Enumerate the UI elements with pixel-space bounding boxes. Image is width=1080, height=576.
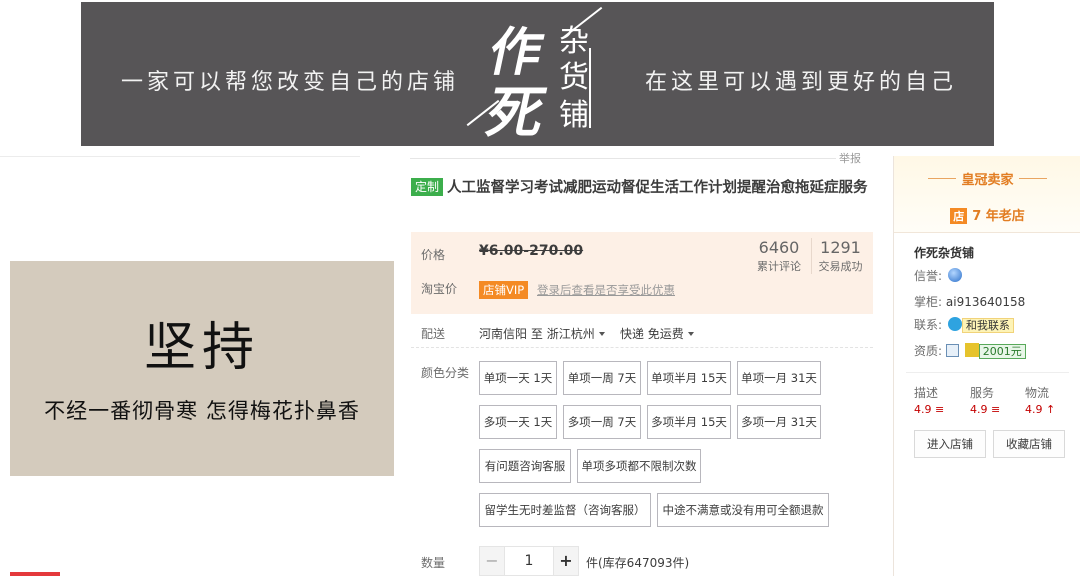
sku-option[interactable]: 留学生无时差监督（咨询客服） xyxy=(479,493,651,527)
shipping-info: 河南信阳 至 浙江杭州 快递 免运费 xyxy=(479,325,694,342)
vip-badge: 店铺VIP xyxy=(479,281,529,299)
custom-badge: 定制 xyxy=(411,178,444,196)
taobao-price-label: 淘宝价 xyxy=(421,282,458,296)
credit-label: 信誉: xyxy=(914,269,943,283)
crown-seller-title: 皇冠卖家 xyxy=(961,173,1014,188)
divider xyxy=(410,158,836,159)
rating-label: 物流 xyxy=(1025,386,1050,400)
id-card-icon[interactable] xyxy=(945,344,959,357)
divider xyxy=(0,156,360,157)
decrement-button[interactable]: − xyxy=(479,546,505,576)
sku-label: 颜色分类 xyxy=(421,366,470,380)
sku-option[interactable]: 多项一周 7天 xyxy=(563,405,641,439)
sales-stat[interactable]: 1291 交易成功 xyxy=(811,238,869,274)
owner-label: 掌柜: xyxy=(914,295,943,309)
shop-name-link[interactable]: 作死杂货铺 xyxy=(914,244,974,261)
deposit-icon[interactable] xyxy=(964,343,979,357)
shop-banner: 一家可以帮您改变自己的店铺 作 死 杂 货 铺 在这里可以遇到更好的自己 xyxy=(81,2,994,146)
contact-row: 联系: 和我联系 xyxy=(914,316,1014,333)
report-link[interactable]: 举报 xyxy=(839,150,861,166)
sku-option[interactable]: 单项半月 15天 xyxy=(647,361,731,395)
sku-option[interactable]: 有问题咨询客服 xyxy=(479,449,571,483)
ship-to-select[interactable]: 浙江杭州 xyxy=(547,327,605,341)
deposit-amount[interactable]: 2001元 xyxy=(978,344,1026,359)
price-panel: 价格 ¥6.00-270.00 淘宝价 店铺VIP 登录后查看是否享受此优惠 6… xyxy=(411,232,873,314)
rating-value: 4.9 ≡ xyxy=(970,403,1001,416)
quantity-input[interactable]: 1 xyxy=(505,546,553,576)
enter-shop-button[interactable]: 进入店铺 xyxy=(914,430,986,458)
store-icon: 店 xyxy=(950,208,968,224)
tab-indicator xyxy=(10,572,60,576)
ship-from: 河南信阳 xyxy=(479,327,528,341)
divider xyxy=(894,232,1080,233)
reviews-stat[interactable]: 6460 累计评论 xyxy=(751,238,807,274)
contact-me-button[interactable]: 和我联系 xyxy=(961,318,1014,333)
favorite-shop-button[interactable]: 收藏店铺 xyxy=(993,430,1065,458)
chevron-down-icon xyxy=(687,332,694,336)
sku-option[interactable]: 单项多项都不限制次数 xyxy=(577,449,701,483)
product-image-subtitle: 不经一番彻骨寒 怎得梅花扑鼻香 xyxy=(44,399,360,423)
sku-option[interactable]: 单项一周 7天 xyxy=(563,361,641,395)
contact-label: 联系: xyxy=(914,318,943,332)
rating-logistics: 物流 4.9 ↑ xyxy=(1025,384,1075,416)
price-value: ¥6.00-270.00 xyxy=(479,243,584,259)
sku-option[interactable]: 多项半月 15天 xyxy=(647,405,731,439)
store-age: 店 7 年老店 xyxy=(894,205,1080,224)
credit-row: 信誉: xyxy=(914,267,962,284)
owner-value: ai913640158 xyxy=(945,295,1026,309)
divider xyxy=(1019,178,1047,179)
ship-method: 快递 免运费 xyxy=(619,327,684,341)
rating-value: 4.9 ↑ xyxy=(1025,403,1056,416)
product-main-image[interactable]: 坚持 不经一番彻骨寒 怎得梅花扑鼻香 xyxy=(10,261,394,476)
shop-logo: 作 死 杂 货 铺 xyxy=(461,6,621,146)
sales-count: 1291 xyxy=(820,238,861,257)
sku-option[interactable]: 多项一月 31天 xyxy=(737,405,821,439)
ship-to-word: 至 xyxy=(530,327,543,341)
increment-button[interactable]: + xyxy=(553,546,579,576)
product-title: 定制 人工监督学习考试减肥运动督促生活工作计划提醒治愈拖延症服务 xyxy=(411,177,879,199)
sales-label: 交易成功 xyxy=(818,260,863,273)
qualification-row: 资质: 2001元 xyxy=(914,342,1026,359)
ship-method-select[interactable]: 快递 免运费 xyxy=(620,327,694,341)
price-label: 价格 xyxy=(421,248,446,262)
ship-to: 浙江杭州 xyxy=(546,327,595,341)
product-title-text: 人工监督学习考试减肥运动督促生活工作计划提醒治愈拖延症服务 xyxy=(447,180,868,196)
rating-label: 服务 xyxy=(970,386,995,400)
divider xyxy=(906,372,1069,373)
shipping-row: 配送 河南信阳 至 浙江杭州 快递 免运费 xyxy=(411,318,873,348)
rating-description: 描述 4.9 ≡ xyxy=(914,384,964,416)
logo-char: 铺 xyxy=(559,98,589,133)
banner-right-slogan: 在这里可以遇到更好的自己 xyxy=(645,70,958,95)
reviews-count: 6460 xyxy=(758,238,800,257)
shipping-label: 配送 xyxy=(421,327,446,341)
chat-icon[interactable] xyxy=(947,317,962,331)
rating-service: 服务 4.9 ≡ xyxy=(970,384,1020,416)
reviews-label: 累计评论 xyxy=(757,260,801,273)
stock-info: 件(库存647093件) xyxy=(586,556,690,570)
owner-row: 掌柜: ai913640158 xyxy=(914,293,1025,310)
crown-header: 皇冠卖家 店 7 年老店 xyxy=(894,156,1080,232)
sku-option[interactable]: 中途不满意或没有用可全额退款 xyxy=(657,493,829,527)
quantity-stepper: − 1 + xyxy=(479,546,579,576)
chevron-down-icon xyxy=(598,332,605,336)
store-years: 7 年老店 xyxy=(972,209,1025,224)
credit-level-icon[interactable] xyxy=(947,268,962,282)
rating-value: 4.9 ≡ xyxy=(914,403,945,416)
qualification-label: 资质: xyxy=(914,344,943,358)
banner-left-slogan: 一家可以帮您改变自己的店铺 xyxy=(121,70,460,95)
quantity-label: 数量 xyxy=(421,556,446,570)
shop-info-panel: 皇冠卖家 店 7 年老店 作死杂货铺 信誉: 掌柜: ai913640158 联系… xyxy=(893,156,1080,576)
rating-label: 描述 xyxy=(914,386,939,400)
product-image-title: 坚持 xyxy=(143,318,260,378)
sku-option[interactable]: 单项一月 31天 xyxy=(737,361,821,395)
login-vip-link[interactable]: 登录后查看是否享受此优惠 xyxy=(537,282,675,298)
sku-option[interactable]: 单项一天 1天 xyxy=(479,361,557,395)
sku-option[interactable]: 多项一天 1天 xyxy=(479,405,557,439)
